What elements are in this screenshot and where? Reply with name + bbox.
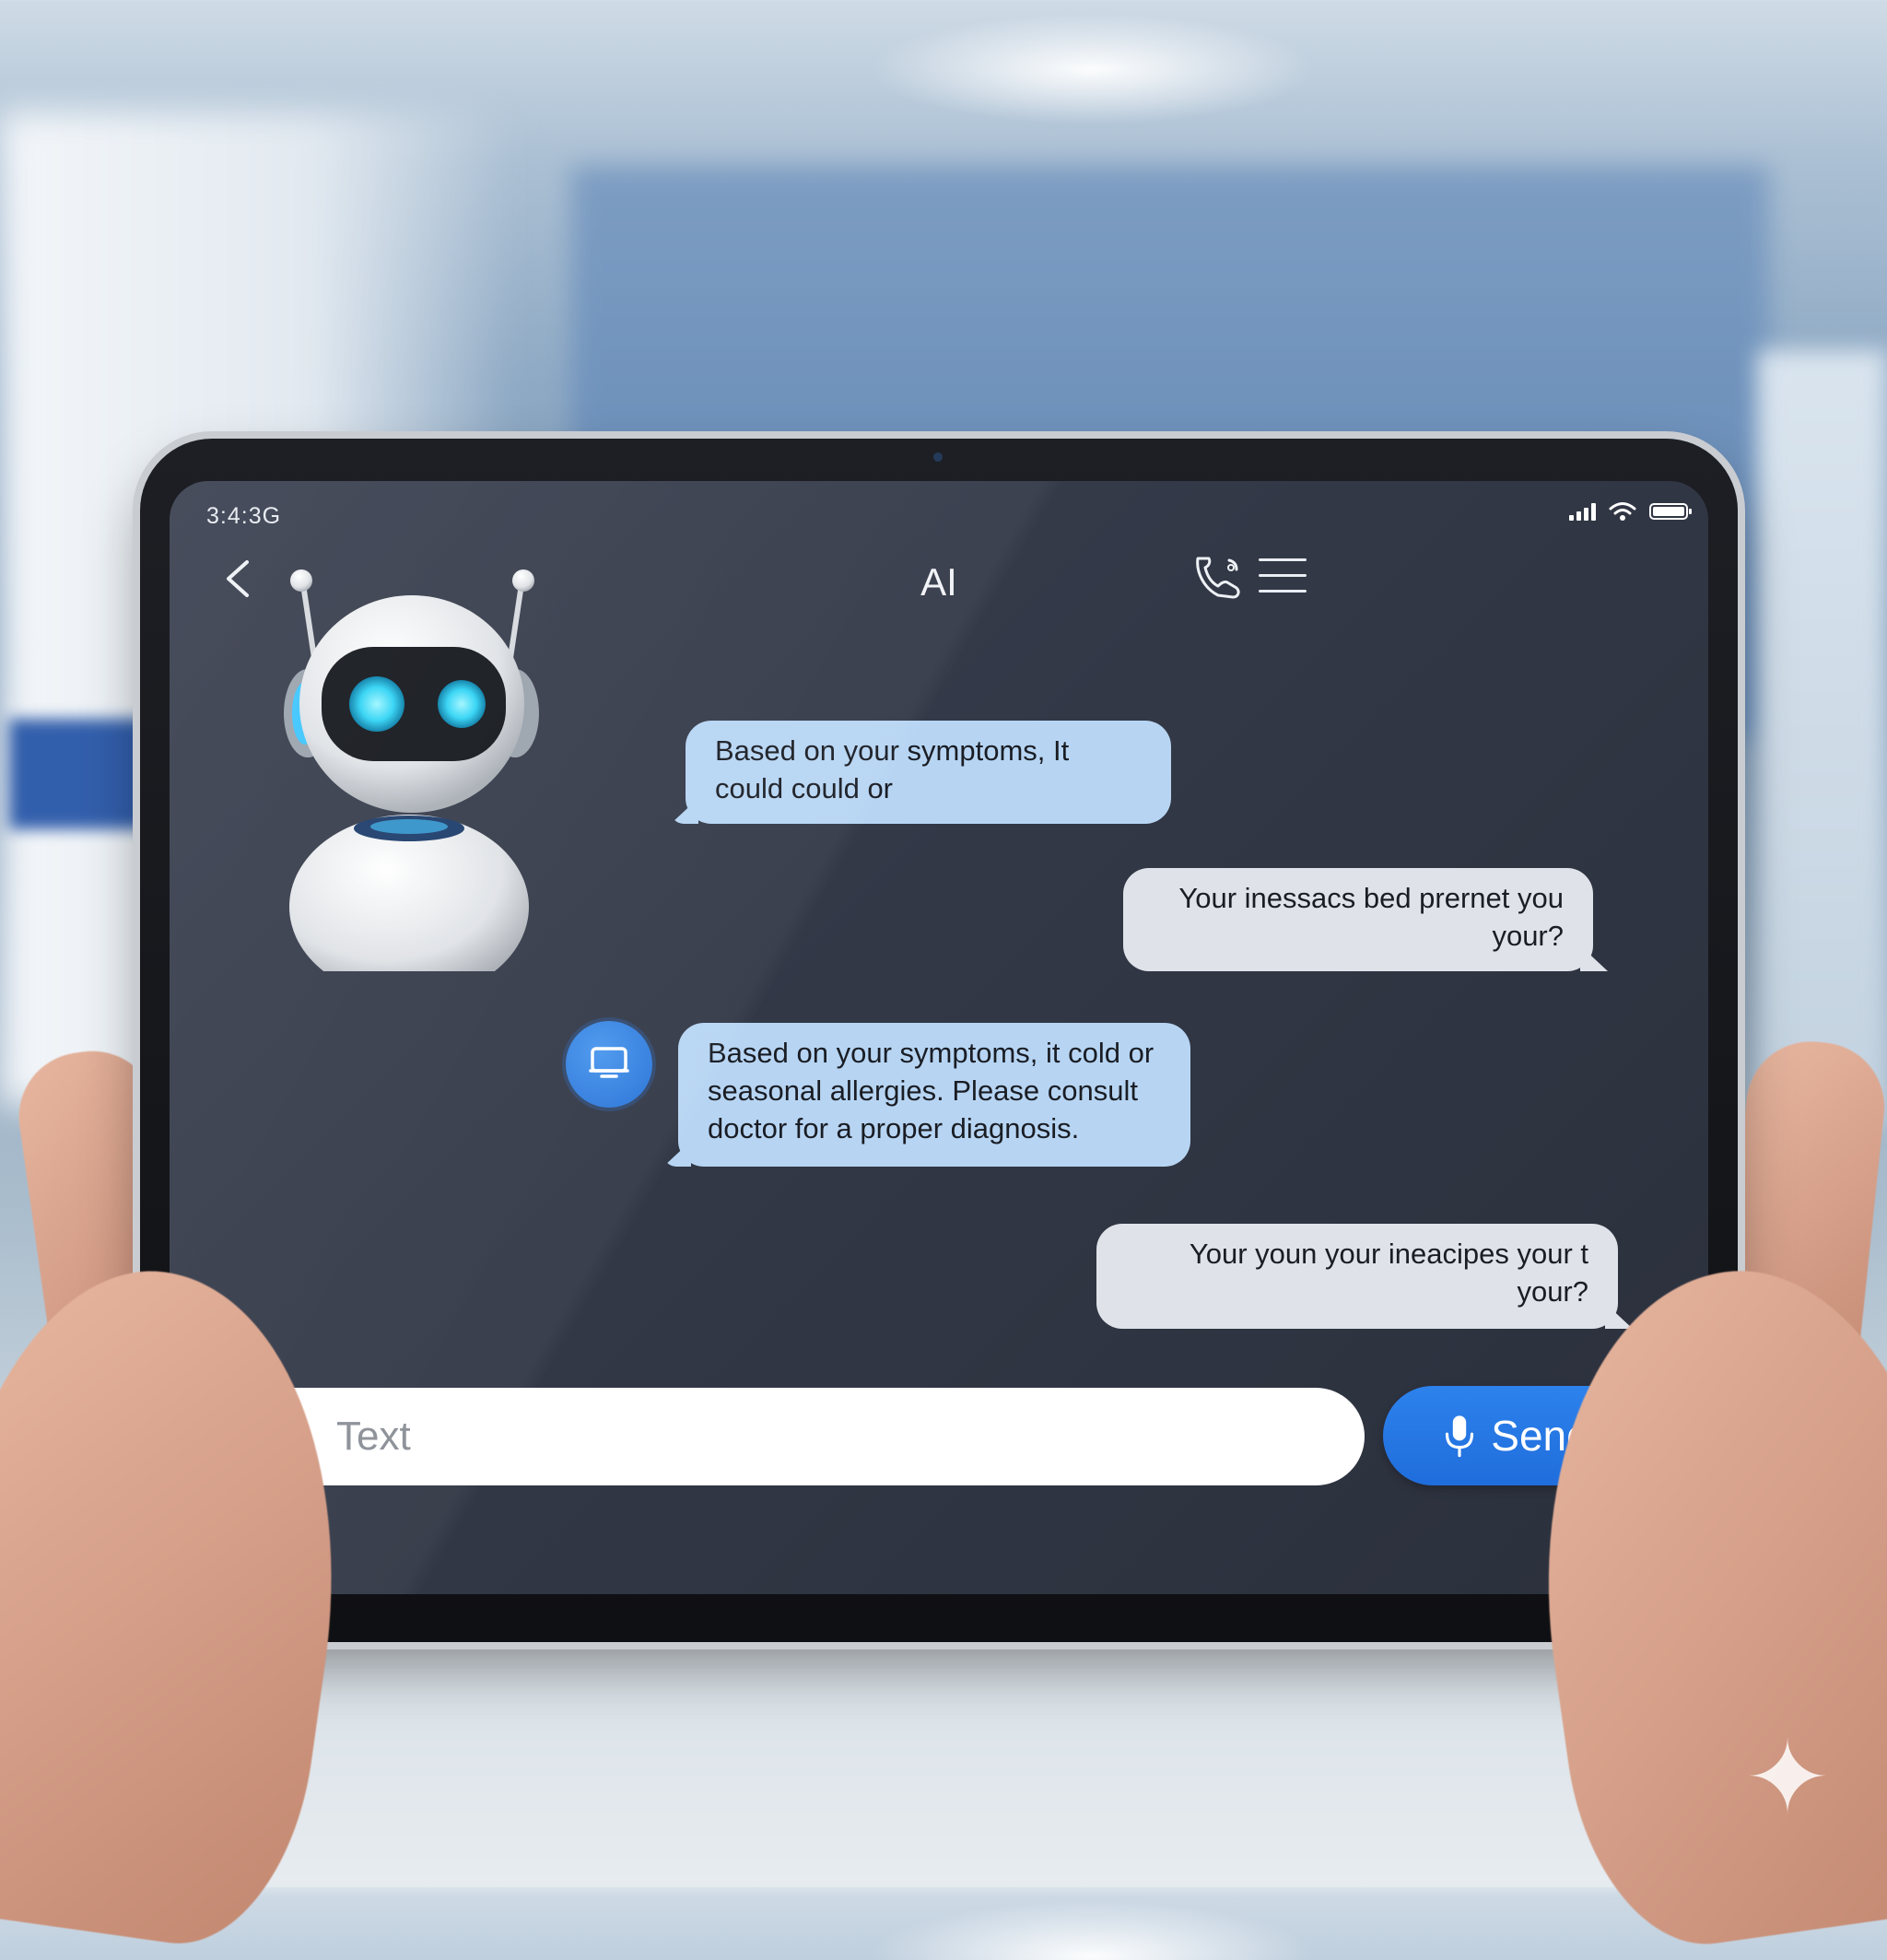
- wifi-icon: [1609, 502, 1636, 521]
- microphone-icon: [1446, 1415, 1474, 1458]
- status-time: 3:4:3G: [206, 503, 282, 529]
- hamburger-menu-icon: [1259, 558, 1307, 593]
- message-bubble-user: Your youn your ineacipes your t your?: [1096, 1224, 1618, 1329]
- message-bubble-ai: Based on your symptoms, it cold or seaso…: [678, 1023, 1190, 1167]
- message-bubble-user: Your inessacs bed prernet you your?: [1123, 868, 1593, 971]
- signal-icon: [1569, 502, 1596, 521]
- tablet-device: 3:4:3G AI Based on your symptoms, It cou…: [140, 439, 1738, 1642]
- chat-screen: 3:4:3G AI Based on your symptoms, It cou…: [170, 481, 1708, 1594]
- robot-mascot: [284, 569, 539, 971]
- battery-icon: [1649, 503, 1692, 520]
- background-object: [9, 719, 157, 829]
- background-panel: [1758, 350, 1887, 1124]
- ai-avatar: [566, 1021, 652, 1108]
- status-icons: [1569, 501, 1692, 522]
- call-icon: [1196, 557, 1240, 599]
- message-composer: [240, 1388, 1365, 1485]
- menu-button[interactable]: [1259, 558, 1307, 599]
- message-bubble-ai: Based on your symptoms, It could could o…: [686, 721, 1171, 824]
- call-button[interactable]: [1190, 551, 1246, 606]
- monitor-icon: [589, 1047, 629, 1078]
- front-camera: [933, 452, 943, 462]
- sparkle-icon: ✦: [1744, 1721, 1831, 1835]
- message-input[interactable]: [334, 1413, 1365, 1461]
